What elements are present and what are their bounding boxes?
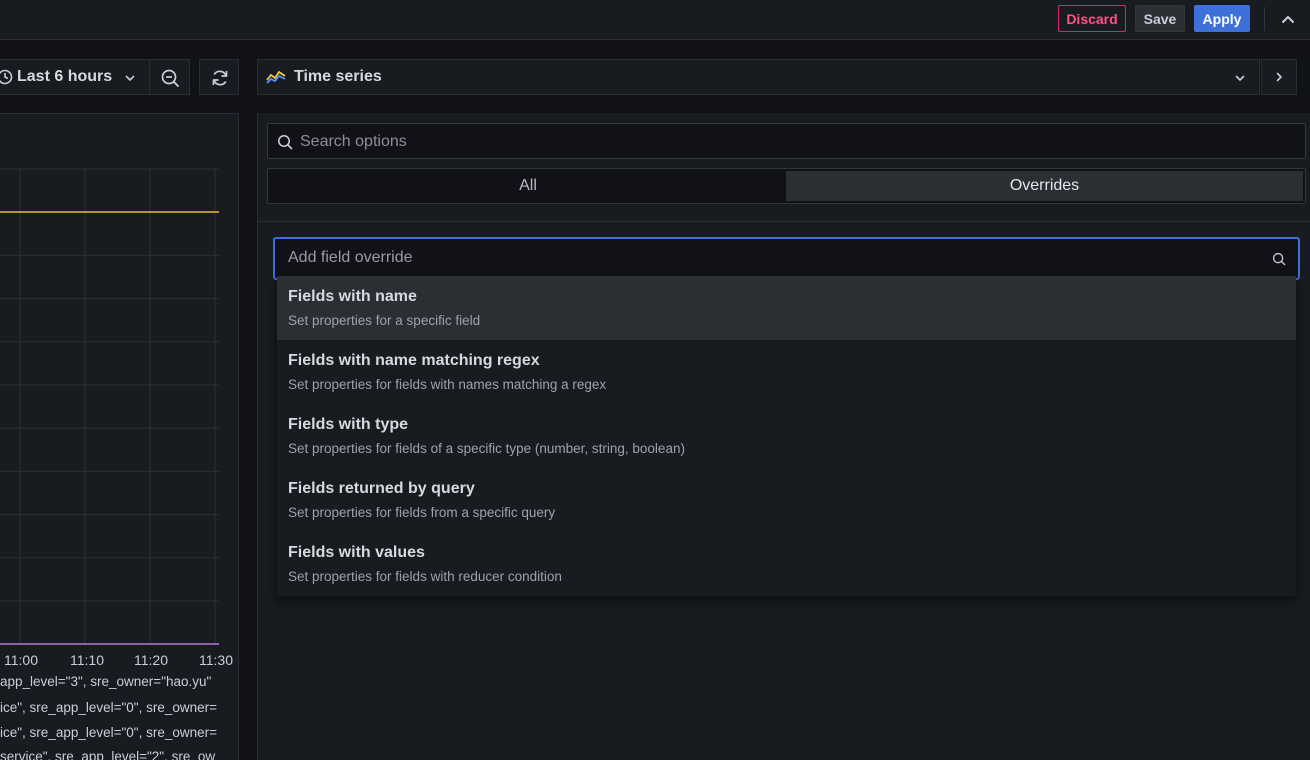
chevron-up-icon[interactable] [1278, 9, 1298, 29]
refresh-button[interactable] [199, 59, 239, 95]
panel-preview: 11:00 11:10 11:20 11:30 app_level="3", s… [0, 113, 239, 760]
time-range-label: Last 6 hours [17, 68, 113, 85]
visualization-label: Time series [294, 68, 382, 85]
chevron-down-icon [125, 75, 135, 81]
menu-item-description: Set properties for fields from a specifi… [288, 505, 556, 520]
refresh-icon [212, 70, 228, 86]
add-field-override-input[interactable]: Add field override [273, 237, 1300, 280]
menu-item-fields-returned-by-query[interactable]: Fields returned by query Set properties … [277, 468, 1296, 532]
menu-item-title: Fields with name matching regex [288, 352, 540, 369]
x-tick-label: 11:00 [4, 652, 38, 668]
zoom-out-icon [161, 69, 179, 87]
search-options-input[interactable]: Search options [267, 123, 1306, 159]
x-tick-label: 11:30 [199, 652, 233, 668]
x-tick-label: 11:20 [134, 652, 168, 668]
search-options-placeholder: Search options [300, 133, 407, 150]
menu-item-fields-with-type[interactable]: Fields with type Set properties for fiel… [277, 404, 1296, 468]
add-field-override-placeholder: Add field override [288, 249, 413, 266]
legend-item[interactable]: ice", sre_app_level="0", sre_owner= [0, 725, 217, 740]
top-toolbar: Discard Save Apply [0, 0, 1310, 40]
toolbar-divider [1264, 7, 1265, 31]
zoom-out-button[interactable] [149, 59, 190, 95]
chevron-down-icon [1235, 75, 1245, 81]
legend-item[interactable]: ice", sre_app_level="0", sre_owner= [0, 700, 217, 715]
time-series-graph [0, 168, 219, 645]
tab-overrides[interactable]: Overrides [786, 171, 1303, 201]
menu-item-fields-with-name[interactable]: Fields with name Set properties for a sp… [277, 276, 1296, 340]
search-icon [1272, 252, 1286, 266]
clock-icon [0, 69, 13, 85]
menu-item-title: Fields with type [288, 416, 409, 433]
discard-button[interactable]: Discard [1058, 5, 1126, 32]
menu-item-fields-with-name-regex[interactable]: Fields with name matching regex Set prop… [277, 340, 1296, 404]
menu-item-description: Set properties for fields with reducer c… [288, 569, 562, 584]
menu-item-description: Set properties for fields of a specific … [288, 441, 685, 456]
pane-divider [258, 221, 1310, 222]
expand-viz-button[interactable] [1261, 59, 1297, 95]
apply-button[interactable]: Apply [1194, 5, 1250, 32]
override-options-menu: Fields with name Set properties for a sp… [277, 276, 1296, 596]
time-range-picker[interactable]: Last 6 hours [0, 59, 150, 95]
save-button[interactable]: Save [1135, 5, 1185, 32]
menu-item-description: Set properties for fields with names mat… [288, 377, 607, 392]
menu-item-title: Fields with name [288, 288, 417, 305]
menu-item-title: Fields with values [288, 544, 425, 561]
graph-grid [0, 168, 219, 644]
legend-item[interactable]: service", sre_app_level="2", sre_ow [0, 749, 215, 760]
time-series-icon [266, 70, 286, 84]
x-tick-label: 11:10 [70, 652, 104, 668]
menu-item-description: Set properties for a specific field [288, 313, 481, 328]
options-tabs: All Overrides [267, 168, 1306, 204]
visualization-picker[interactable]: Time series [257, 59, 1260, 95]
menu-item-fields-with-values[interactable]: Fields with values Set properties for fi… [277, 532, 1296, 596]
search-icon [278, 135, 293, 150]
chevron-right-icon [1276, 72, 1282, 82]
tab-all[interactable]: All [270, 171, 786, 201]
menu-item-title: Fields returned by query [288, 480, 475, 497]
legend-item[interactable]: app_level="3", sre_owner="hao.yu" [0, 674, 211, 689]
